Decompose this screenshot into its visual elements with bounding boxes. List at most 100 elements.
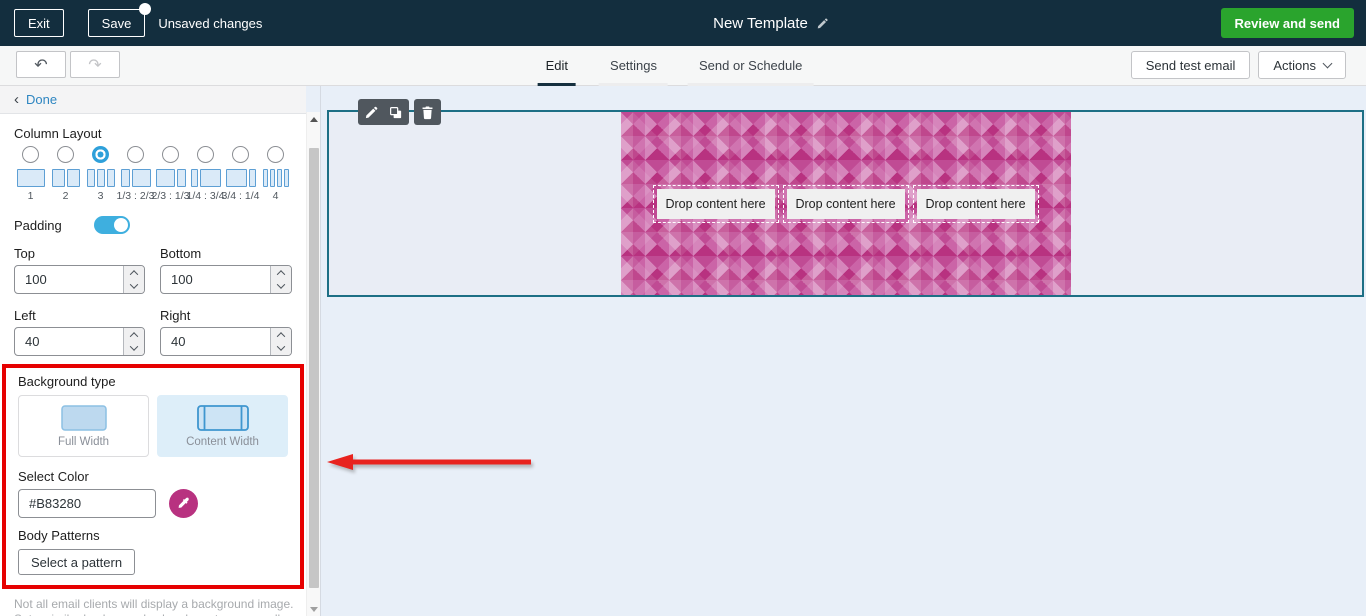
background-content-width-option[interactable]: Content Width: [157, 395, 288, 457]
radio-icon[interactable]: [197, 146, 214, 163]
column-option-14-34[interactable]: 1/4 : 3/4: [187, 146, 224, 202]
exit-button[interactable]: Exit: [14, 9, 64, 37]
step-up-button[interactable]: [124, 266, 144, 280]
radio-icon[interactable]: [267, 146, 284, 163]
background-full-width-option[interactable]: Full Width: [18, 395, 149, 457]
pattern-background-block[interactable]: Drop content here Drop content here Drop…: [620, 112, 1071, 295]
chevron-left-icon: ‹: [14, 91, 19, 108]
page-title: New Template: [713, 14, 808, 32]
scrollbar-thumb[interactable]: [309, 148, 319, 588]
chevron-up-icon: [276, 269, 286, 279]
dropzone-3[interactable]: Drop content here: [912, 184, 1039, 223]
padding-bottom-input[interactable]: [161, 266, 270, 293]
padding-top-label: Top: [14, 246, 35, 261]
step-up-button[interactable]: [124, 328, 144, 342]
padding-left-label: Left: [14, 308, 36, 323]
selected-section[interactable]: Drop content here Drop content here Drop…: [327, 110, 1364, 297]
padding-toggle[interactable]: [93, 216, 130, 234]
annotation-arrow-left: [327, 454, 531, 470]
trash-icon: [422, 106, 433, 119]
step-down-button[interactable]: [271, 280, 291, 294]
padding-right-input[interactable]: [161, 328, 270, 355]
column-option-4[interactable]: 4: [259, 146, 292, 202]
undo-button[interactable]: ↶: [16, 51, 66, 78]
padding-left-stepper: [123, 328, 144, 355]
chevron-up-icon: [129, 331, 139, 341]
padding-right-label: Right: [160, 308, 191, 323]
dropzone-2[interactable]: Drop content here: [782, 184, 909, 223]
columns-34-14-icon: [225, 169, 256, 187]
padding-bottom-stepper: [270, 266, 291, 293]
unsaved-dot-badge: [139, 3, 152, 15]
sidebar-scrollbar[interactable]: [306, 112, 320, 616]
chevron-down-icon: [276, 342, 286, 352]
dropzone-label: Drop content here: [656, 188, 775, 219]
radio-icon[interactable]: [162, 146, 179, 163]
done-row: ‹ Done: [0, 86, 306, 114]
padding-top-input[interactable]: [15, 266, 123, 293]
dropzone-1[interactable]: Drop content here: [652, 184, 779, 223]
scroll-down-button[interactable]: [307, 602, 321, 616]
columns-1-icon: [16, 169, 45, 187]
delete-block-button[interactable]: [420, 105, 435, 120]
column-option-34-14[interactable]: 3/4 : 1/4: [222, 146, 259, 202]
step-down-button[interactable]: [271, 342, 291, 356]
step-down-button[interactable]: [124, 280, 144, 294]
editor-toolbar: ↶ ↷ Edit Settings Send or Schedule Send …: [0, 46, 1366, 86]
padding-top-field: Top: [14, 246, 145, 294]
radio-icon[interactable]: [57, 146, 74, 163]
template-title: New Template: [713, 0, 829, 46]
step-up-button[interactable]: [271, 266, 291, 280]
unsaved-changes-label: Unsaved changes: [158, 15, 263, 31]
duplicate-block-button[interactable]: [388, 105, 403, 120]
padding-right-stepper: [270, 328, 291, 355]
padding-left-input[interactable]: [15, 328, 123, 355]
chevron-down-icon: [1322, 58, 1333, 68]
radio-icon[interactable]: [22, 146, 39, 163]
review-and-send-button[interactable]: Review and send: [1220, 8, 1354, 38]
tab-send-or-schedule[interactable]: Send or Schedule: [678, 46, 823, 86]
save-button[interactable]: Save: [87, 9, 146, 37]
actions-label: Actions: [1273, 57, 1316, 73]
columns-13-23-icon: [120, 169, 151, 187]
edit-block-button[interactable]: [364, 105, 379, 120]
column-option-1[interactable]: 1: [14, 146, 47, 202]
step-up-button[interactable]: [271, 328, 291, 342]
color-value-input[interactable]: [18, 489, 156, 518]
select-pattern-button[interactable]: Select a pattern: [18, 549, 136, 575]
radio-selected-icon[interactable]: [92, 146, 109, 163]
done-link[interactable]: Done: [26, 92, 57, 107]
tab-settings[interactable]: Settings: [589, 46, 678, 86]
background-type-label: Background type: [18, 374, 116, 389]
eyedropper-icon: [178, 497, 189, 508]
delete-group: [414, 99, 441, 125]
padding-right-field: Right: [160, 308, 292, 356]
step-down-button[interactable]: [124, 342, 144, 356]
chevron-down-icon: [276, 280, 286, 290]
eyedropper-button[interactable]: [169, 489, 198, 518]
column-option-13-23[interactable]: 1/3 : 2/3: [117, 146, 154, 202]
edit-title-icon[interactable]: [816, 17, 829, 30]
padding-bottom-label: Bottom: [160, 246, 202, 261]
chevron-up-icon: [276, 331, 286, 341]
settings-sidebar: ‹ Done Column Layout 1 2 3 1/3: 2/3 2/3…: [0, 86, 306, 616]
chevron-down-icon: [129, 280, 139, 290]
radio-icon[interactable]: [127, 146, 144, 163]
full-width-icon: [60, 404, 107, 431]
padding-left-field: Left: [14, 308, 145, 356]
tab-edit[interactable]: Edit: [525, 46, 589, 86]
actions-dropdown[interactable]: Actions: [1258, 51, 1346, 79]
scroll-up-button[interactable]: [307, 112, 321, 126]
background-helper-text: Not all email clients will display a bac…: [14, 597, 294, 616]
dropzone-label: Drop content here: [786, 188, 905, 219]
radio-icon[interactable]: [232, 146, 249, 163]
send-test-email-button[interactable]: Send test email: [1130, 51, 1251, 79]
top-bar: Exit Save Unsaved changes New Template R…: [0, 0, 1366, 46]
content-width-icon: [196, 404, 249, 431]
column-option-2[interactable]: 2: [49, 146, 82, 202]
editor-tabs: Edit Settings Send or Schedule: [525, 46, 824, 86]
column-option-23-13[interactable]: 2/3 : 1/3: [152, 146, 189, 202]
column-option-3[interactable]: 3: [84, 146, 117, 202]
redo-button[interactable]: ↷: [70, 51, 120, 78]
chevron-up-icon: [129, 269, 139, 279]
